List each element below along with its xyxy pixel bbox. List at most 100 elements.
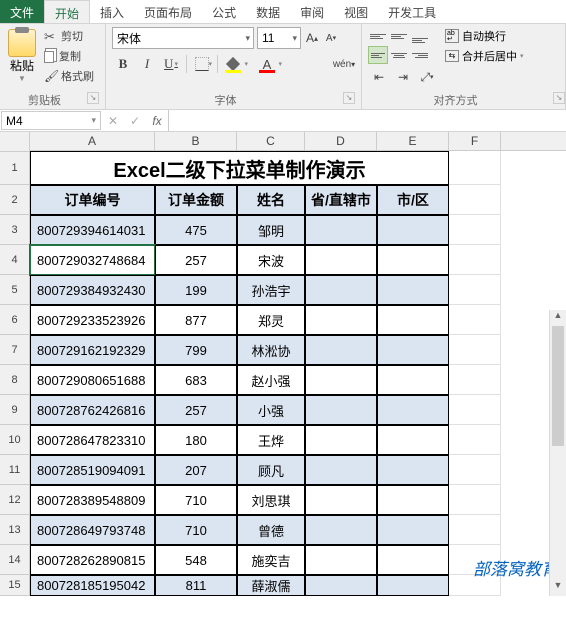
cell[interactable]: 800728185195042 [30, 575, 155, 596]
tab-layout[interactable]: 页面布局 [134, 0, 202, 23]
align-right-button[interactable] [410, 46, 430, 64]
cell[interactable] [305, 575, 377, 596]
scroll-down-button[interactable]: ▼ [550, 580, 566, 596]
cell[interactable] [305, 425, 377, 455]
cell[interactable] [449, 455, 501, 485]
col-header-B[interactable]: B [155, 132, 237, 150]
cell[interactable]: 王烨 [237, 425, 305, 455]
cell[interactable]: 207 [155, 455, 237, 485]
cell[interactable] [449, 335, 501, 365]
cell[interactable] [305, 365, 377, 395]
row-header-6[interactable]: 6 [0, 305, 29, 335]
cell[interactable]: 800728762426816 [30, 395, 155, 425]
formula-input[interactable] [169, 110, 566, 131]
cell[interactable]: 800728647823310 [30, 425, 155, 455]
cell[interactable] [305, 275, 377, 305]
title-cell[interactable]: Excel二级下拉菜单制作演示 [30, 151, 449, 185]
cell[interactable] [449, 395, 501, 425]
row-header-11[interactable]: 11 [0, 455, 29, 485]
cell[interactable]: 683 [155, 365, 237, 395]
tab-file[interactable]: 文件 [0, 0, 44, 23]
paste-button[interactable]: 粘贴 ▼ [6, 27, 38, 85]
cell[interactable]: 邹明 [237, 215, 305, 245]
tab-view[interactable]: 视图 [334, 0, 378, 23]
cell[interactable]: 郑灵 [237, 305, 305, 335]
header-cell[interactable]: 市/区 [377, 185, 449, 215]
cell[interactable] [449, 275, 501, 305]
cell[interactable] [377, 275, 449, 305]
align-left-button[interactable] [368, 46, 388, 64]
cell[interactable]: 800728649793748 [30, 515, 155, 545]
align-launcher[interactable]: ↘ [553, 92, 565, 104]
row-header-3[interactable]: 3 [0, 215, 29, 245]
header-cell[interactable]: 姓名 [237, 185, 305, 215]
cell[interactable] [377, 215, 449, 245]
wrap-text-button[interactable]: ab↵自动换行 [444, 27, 525, 45]
select-all-corner[interactable] [0, 132, 30, 152]
cut-button[interactable]: 剪切 [42, 27, 96, 45]
cell[interactable] [305, 305, 377, 335]
bold-button[interactable]: B [112, 53, 134, 75]
tab-home[interactable]: 开始 [44, 0, 90, 23]
cell[interactable]: 710 [155, 485, 237, 515]
col-header-D[interactable]: D [305, 132, 377, 150]
row-header-9[interactable]: 9 [0, 395, 29, 425]
cell[interactable]: 800729394614031 [30, 215, 155, 245]
cell[interactable] [377, 395, 449, 425]
col-header-E[interactable]: E [377, 132, 449, 150]
cell[interactable] [305, 245, 377, 275]
cell[interactable] [449, 185, 501, 215]
row-header-12[interactable]: 12 [0, 485, 29, 515]
row-header-14[interactable]: 14 [0, 545, 29, 575]
cell[interactable] [377, 305, 449, 335]
cell[interactable]: 刘思琪 [237, 485, 305, 515]
header-cell[interactable]: 省/直辖市 [305, 185, 377, 215]
font-launcher[interactable]: ↘ [343, 92, 355, 104]
increase-indent-button[interactable]: ⇥ [392, 67, 414, 87]
row-header-7[interactable]: 7 [0, 335, 29, 365]
cell[interactable] [449, 215, 501, 245]
italic-button[interactable]: I [136, 53, 158, 75]
font-size-select[interactable]: 11 [257, 27, 301, 49]
col-header-A[interactable]: A [30, 132, 155, 150]
align-middle-button[interactable] [389, 27, 409, 45]
scroll-up-button[interactable]: ▲ [550, 310, 566, 326]
cell[interactable]: 710 [155, 515, 237, 545]
cell[interactable] [305, 215, 377, 245]
align-center-button[interactable] [389, 46, 409, 64]
cell[interactable] [449, 425, 501, 455]
cell[interactable]: 小强 [237, 395, 305, 425]
row-header-15[interactable]: 15 [0, 575, 29, 596]
tab-data[interactable]: 数据 [246, 0, 290, 23]
name-box[interactable]: M4 [1, 111, 101, 130]
cell[interactable]: 林淞协 [237, 335, 305, 365]
cell[interactable]: 548 [155, 545, 237, 575]
cell[interactable] [377, 575, 449, 596]
cell[interactable] [377, 245, 449, 275]
cell[interactable]: 811 [155, 575, 237, 596]
fx-button[interactable]: fx [146, 114, 168, 128]
cell[interactable]: 180 [155, 425, 237, 455]
header-cell[interactable]: 订单编号 [30, 185, 155, 215]
cell[interactable] [449, 365, 501, 395]
cell[interactable] [449, 151, 501, 185]
cell[interactable] [377, 365, 449, 395]
cell[interactable]: 800729032748684 [30, 245, 155, 275]
cell[interactable] [377, 485, 449, 515]
cell[interactable] [449, 305, 501, 335]
tab-review[interactable]: 审阅 [290, 0, 334, 23]
cell[interactable]: 475 [155, 215, 237, 245]
confirm-formula-button[interactable]: ✓ [124, 114, 146, 128]
fill-color-button[interactable]: ▾ [222, 53, 244, 75]
cell[interactable] [377, 515, 449, 545]
cell[interactable] [377, 545, 449, 575]
font-family-select[interactable]: 宋体 [112, 27, 254, 49]
decrease-indent-button[interactable]: ⇤ [368, 67, 390, 87]
cell[interactable] [377, 425, 449, 455]
cell[interactable] [305, 455, 377, 485]
cell[interactable] [305, 395, 377, 425]
cell[interactable]: 257 [155, 395, 237, 425]
tab-formula[interactable]: 公式 [202, 0, 246, 23]
cell[interactable]: 孙浩宇 [237, 275, 305, 305]
vertical-scrollbar[interactable]: ▲ ▼ [549, 310, 566, 596]
